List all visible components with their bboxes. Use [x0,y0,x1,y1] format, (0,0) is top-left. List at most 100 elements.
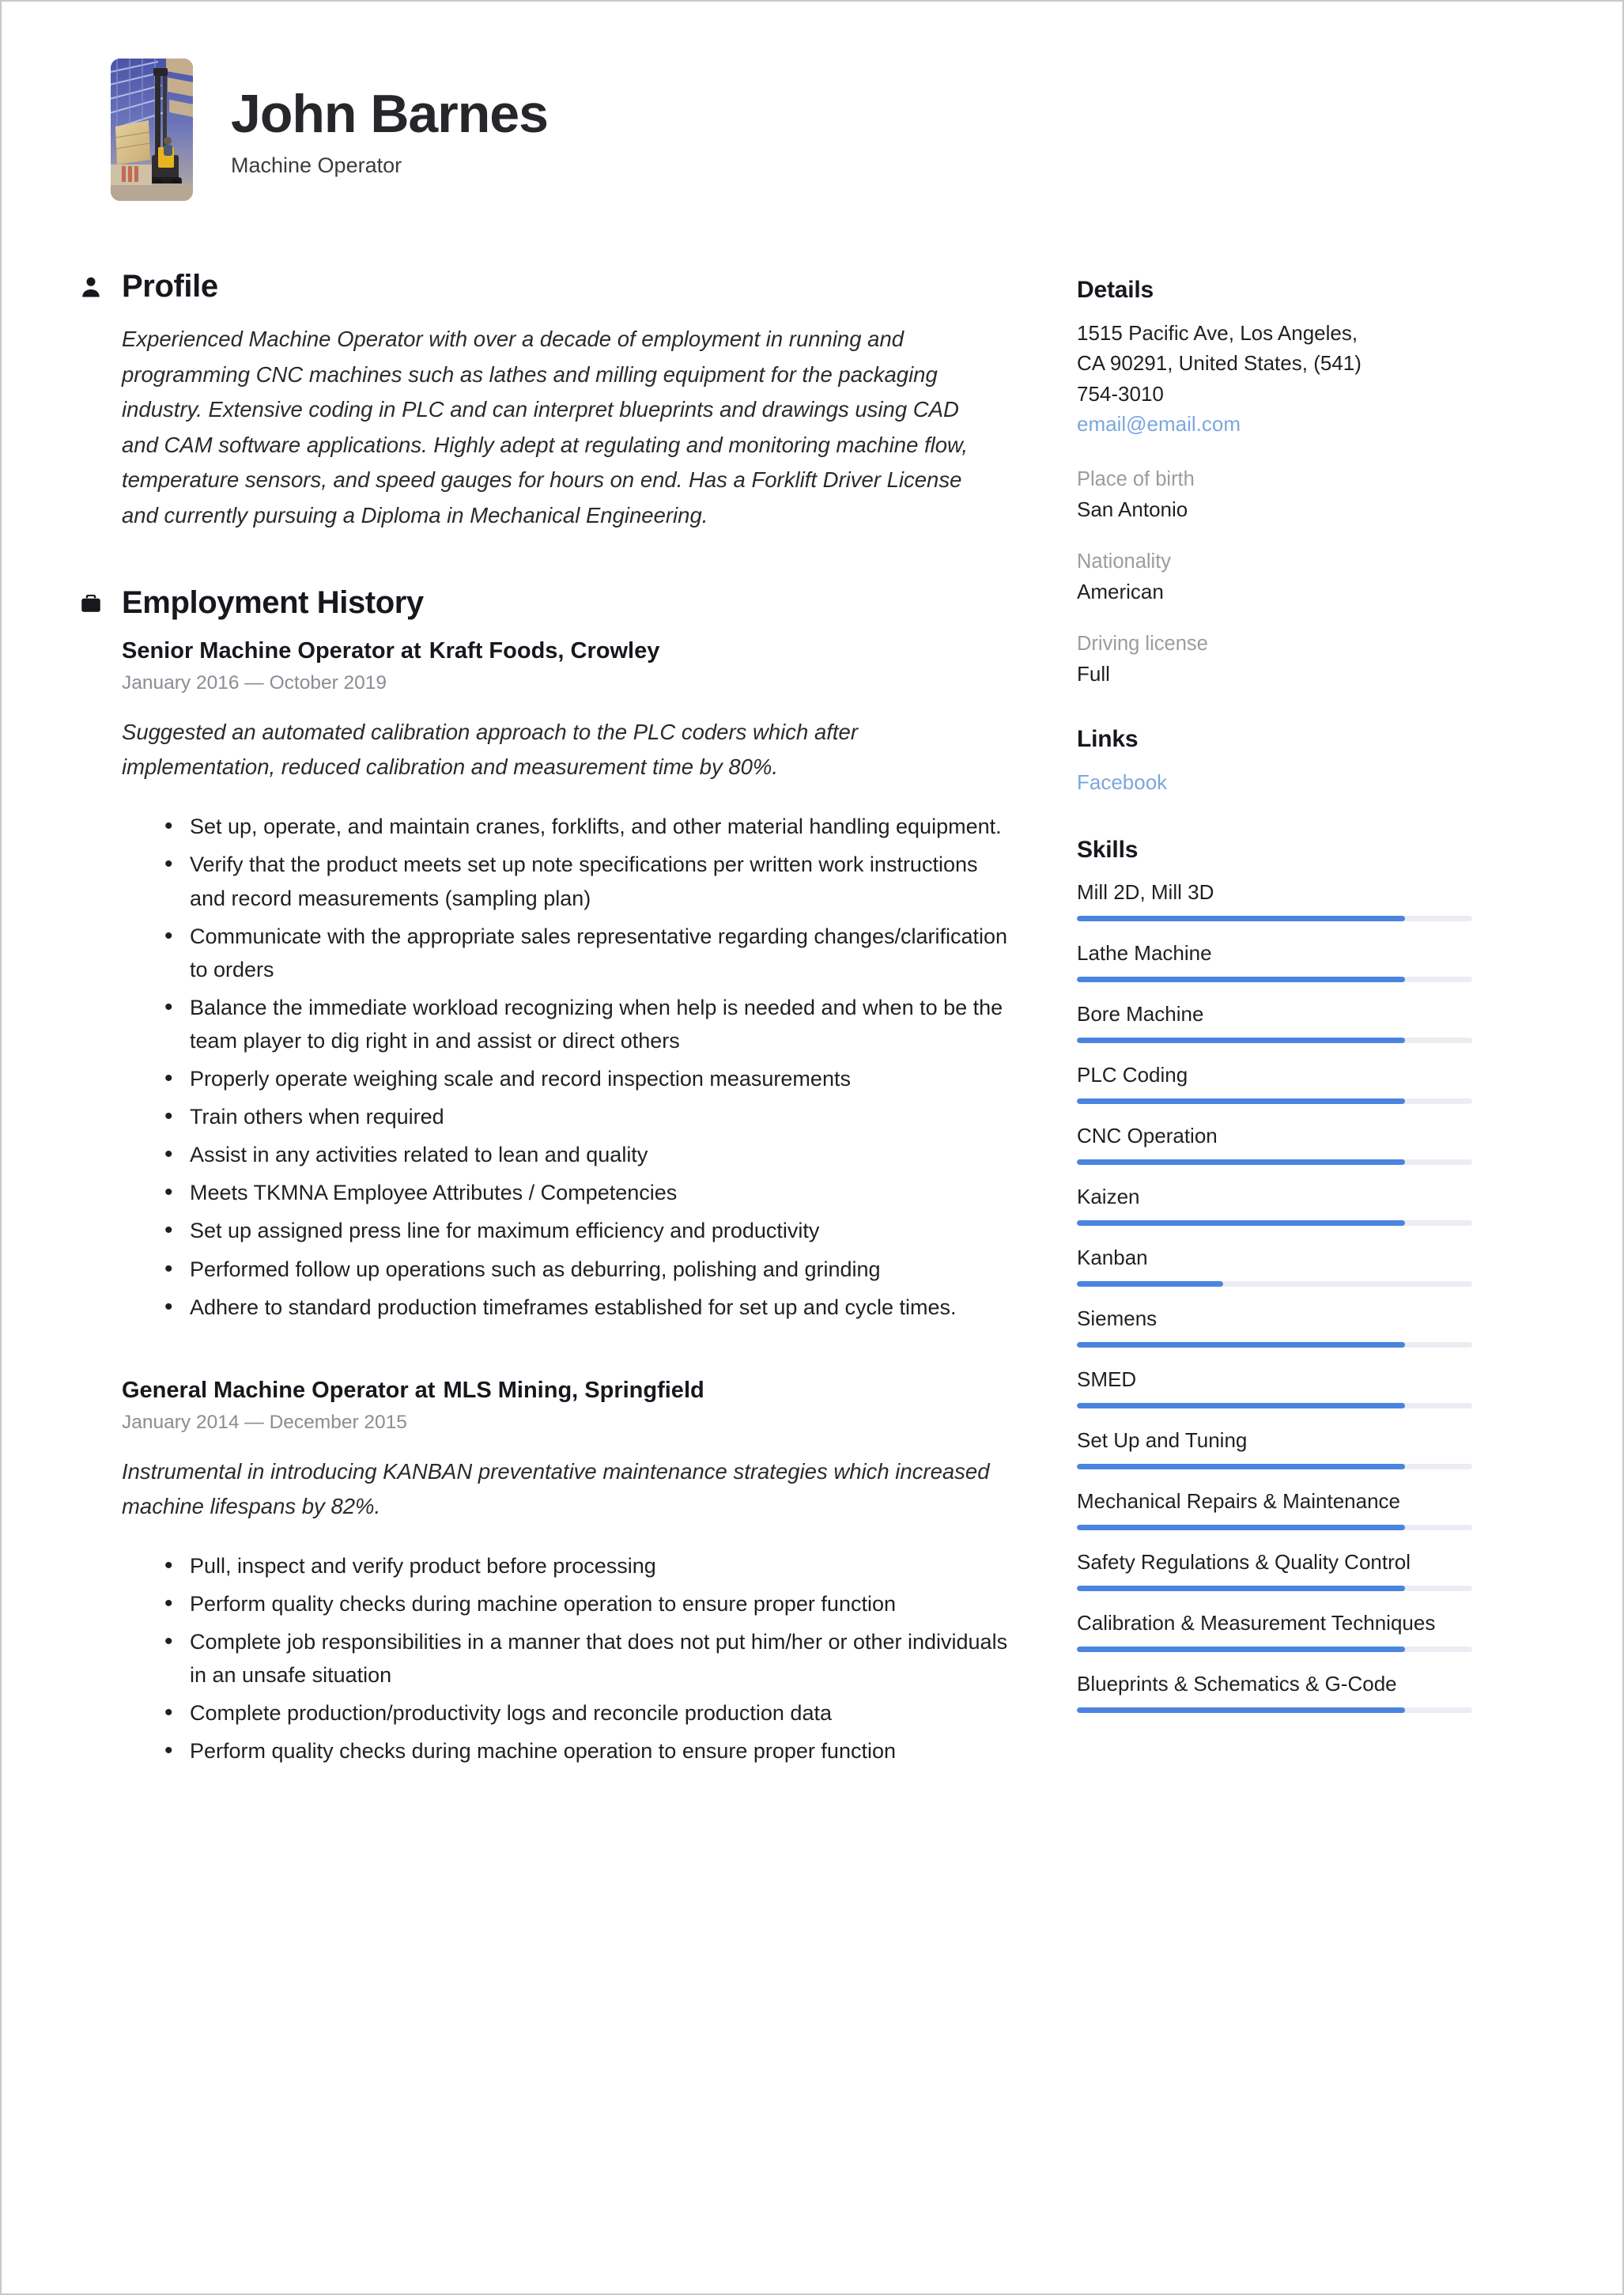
job-summary: Instrumental in introducing KANBAN preve… [122,1458,990,1518]
skills-heading: Skills [1077,837,1139,864]
email-link[interactable]: email@email.com [1077,409,1472,439]
job-entry: General Machine Operator at MLS Mining, S… [77,1378,1010,1770]
list-item: Complete job responsibilities in a manne… [161,1624,1010,1692]
candidate-name: John Barnes [231,83,549,144]
briefcase-icon [77,590,104,617]
links-section: Links Facebook [1077,726,1472,797]
list-item: Set up assigned press line for maximum e… [161,1212,1010,1250]
details-heading: Details [1077,277,1154,303]
address-line: 754-3010 [1077,381,1164,406]
person-icon [77,274,104,301]
skill-level-fill [1077,1281,1223,1287]
job-title-line: Senior Machine Operator at Kraft Foods, C… [122,638,1010,664]
skill-level-fill [1077,977,1405,983]
skill-level-fill [1077,1524,1405,1530]
list-item: Train others when required [161,1098,1010,1136]
skill-level-bar [1077,1402,1472,1408]
main-column: Profile Experienced Machine Operator wit… [77,269,1010,1820]
skills-section: Skills Mill 2D, Mill 3D Lathe Machine Bore… [1077,837,1472,1713]
job-spacer [77,1346,1010,1378]
job-summary: Suggested an automated calibration appro… [122,720,858,780]
skill-level-bar [1077,977,1472,983]
job-role: Senior Machine Operator at [122,638,421,664]
skill-level-fill [1077,1341,1405,1348]
skill-level-fill [1077,916,1405,922]
skill-level-bar [1077,1524,1472,1530]
list-item: Adhere to standard production timeframes… [161,1289,1010,1326]
skill-item: Blueprints & Schematics & G-Code [1077,1669,1472,1713]
skill-level-bar [1077,916,1472,922]
skill-level-bar [1077,1707,1472,1713]
skills-list: Mill 2D, Mill 3D Lathe Machine Bore Machin… [1077,878,1472,1713]
field-value: American [1077,579,1164,603]
skill-item: Safety Regulations & Quality Control [1077,1548,1472,1591]
profile-photo [111,59,193,201]
header-text-block: John Barnes Machine Operator [231,81,549,178]
list-item: Assist in any activities related to lean… [161,1136,1010,1174]
skill-level-bar [1077,1038,1472,1044]
skill-level-fill [1077,1402,1405,1408]
list-item: Complete production/productivity logs an… [161,1695,1010,1732]
skill-name: Mechanical Repairs & Maintenance [1077,1488,1400,1513]
skill-level-bar [1077,1098,1472,1105]
list-item: Verify that the product meets set up not… [161,846,1010,914]
skill-level-fill [1077,1220,1405,1227]
skill-item: Siemens [1077,1304,1472,1348]
profile-text: Experienced Machine Operator with over a… [122,327,969,527]
skill-name: Blueprints & Schematics & G-Code [1077,1671,1397,1696]
skill-level-fill [1077,1585,1405,1591]
candidate-job-title: Machine Operator [231,153,402,178]
employment-heading: Employment History [122,585,424,621]
link-facebook[interactable]: Facebook [1077,767,1472,797]
employment-section-header: Employment History [77,585,1010,621]
job-bullet-list: Set up, operate, and maintain cranes, fo… [122,808,1010,1326]
detail-field-nationality: Nationality American [1077,550,1472,604]
profile-heading: Profile [122,269,218,304]
skill-level-bar [1077,1463,1472,1469]
skill-name: CNC Operation [1077,1124,1218,1148]
job-dates: January 2016 — October 2019 [122,672,387,694]
job-role: General Machine Operator at [122,1377,436,1403]
job-entry: Senior Machine Operator at Kraft Foods, C… [77,638,1010,1326]
skill-level-fill [1077,1707,1405,1713]
skill-name: Bore Machine [1077,1002,1204,1027]
skill-level-fill [1077,1646,1405,1652]
skill-name: PLC Coding [1077,1063,1188,1087]
list-item: Balance the immediate workload recognizi… [161,989,1010,1057]
skill-level-bar [1077,1646,1472,1652]
address-line: CA 90291, United States, (541) [1077,351,1362,376]
job-title-line: General Machine Operator at MLS Mining, S… [122,1378,1010,1404]
list-item: Perform quality checks during machine op… [161,1586,1010,1623]
skill-name: Kaizen [1077,1185,1140,1209]
skill-name: Set Up and Tuning [1077,1427,1248,1452]
sidebar-column: Details 1515 Pacific Ave, Los Angeles, C… [1077,269,1472,1752]
job-company: Kraft Foods, Crowley [429,638,660,664]
detail-field-driving-license: Driving license Full [1077,633,1472,686]
skill-name: Kanban [1077,1246,1148,1270]
details-section: Details 1515 Pacific Ave, Los Angeles, C… [1077,277,1472,686]
skill-name: Siemens [1077,1306,1158,1331]
field-value: Full [1077,661,1110,686]
list-item: Properly operate weighing scale and reco… [161,1061,1010,1098]
job-dates: January 2014 — December 2015 [122,1411,407,1433]
skill-item: PLC Coding [1077,1061,1472,1105]
skill-level-bar [1077,1585,1472,1591]
skill-level-fill [1077,1159,1405,1166]
skill-item: Bore Machine [1077,1000,1472,1044]
employment-section: Employment History Senior Machine Operat… [77,585,1010,1770]
skill-item: CNC Operation [1077,1121,1472,1166]
address-line: 1515 Pacific Ave, Los Angeles, [1077,321,1358,345]
job-company: MLS Mining, Springfield [443,1377,704,1403]
skill-name: Mill 2D, Mill 3D [1077,880,1214,905]
detail-field-place-of-birth: Place of birth San Antonio [1077,468,1472,522]
warehouse-forklift-photo [111,59,193,201]
resume-header: John Barnes Machine Operator [77,59,1547,201]
list-item: Set up, operate, and maintain cranes, fo… [161,808,1010,845]
skill-name: SMED [1077,1367,1137,1391]
field-label: Driving license [1077,632,1208,655]
list-item: Perform quality checks during machine op… [161,1733,1010,1770]
skill-item: Mechanical Repairs & Maintenance [1077,1487,1472,1530]
skill-item: Set Up and Tuning [1077,1426,1472,1469]
skill-item: Calibration & Measurement Techniques [1077,1609,1472,1652]
skill-name: Safety Regulations & Quality Control [1077,1549,1411,1574]
